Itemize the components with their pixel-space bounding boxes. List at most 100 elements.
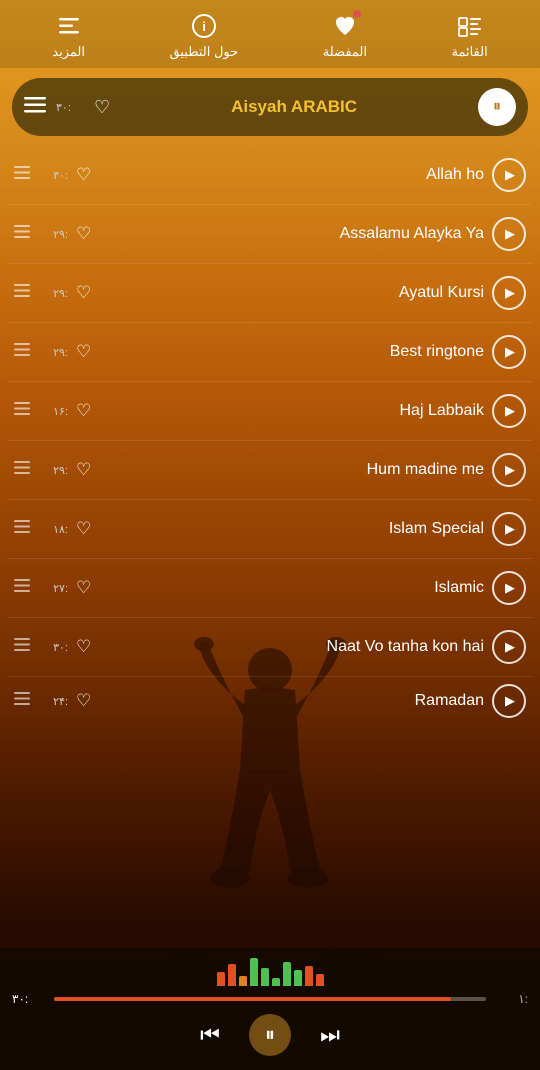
nav-label-more: المزيد (52, 44, 85, 60)
song-duration-10: ‎۲۴:‎ (40, 695, 68, 708)
play-icon-5: ▶ (505, 403, 515, 419)
nav-item-more[interactable]: المزيد (52, 12, 85, 60)
eq-bar-7 (294, 970, 302, 986)
song-title-8: Islamic (99, 579, 484, 597)
song-play-btn-6[interactable]: ▶ (492, 453, 526, 487)
song-heart-2[interactable]: ♡ (76, 224, 91, 244)
song-title-6: Hum madine me (99, 461, 484, 479)
drag-handle-icon (14, 461, 32, 479)
play-pause-icon: ⏸ (265, 1024, 275, 1047)
drag-handle-icon (14, 692, 32, 710)
song-row-8: ‎۲۷:‎ ♡ Islamic ▶ (8, 559, 532, 618)
nav-label-about: حول التطبيق (170, 44, 239, 60)
eq-bar-4 (261, 968, 269, 986)
eq-bar-6 (283, 962, 291, 986)
song-play-btn-1[interactable]: ▶ (492, 158, 526, 192)
song-title-1: Allah ho (99, 166, 484, 184)
player-controls: ⏮ ⏸ ⏭ (12, 1014, 528, 1056)
prev-button[interactable]: ⏮ (189, 1014, 231, 1056)
play-icon-7: ▶ (505, 521, 515, 537)
drag-handle-icon (14, 225, 32, 243)
song-play-btn-4[interactable]: ▶ (492, 335, 526, 369)
drag-handle-icon (14, 638, 32, 656)
now-heart-icon[interactable]: ♡ (94, 97, 110, 118)
song-duration-1: ‎۳۰:‎ (40, 169, 68, 182)
song-title-2: Assalamu Alayka Ya (99, 225, 484, 243)
play-icon-6: ▶ (505, 462, 515, 478)
song-duration-2: ‎۲۹:‎ (40, 228, 68, 241)
next-icon: ⏭ (320, 1022, 340, 1048)
song-play-btn-2[interactable]: ▶ (492, 217, 526, 251)
song-heart-7[interactable]: ♡ (76, 519, 91, 539)
now-pause-button[interactable]: ⏸ (478, 88, 516, 126)
song-play-btn-3[interactable]: ▶ (492, 276, 526, 310)
song-row-10: ‎۲۴:‎ ♡ Ramadan ▶ (8, 677, 532, 725)
nav-item-queue[interactable]: القائمة (451, 12, 487, 60)
song-heart-6[interactable]: ♡ (76, 460, 91, 480)
eq-bar-3 (250, 958, 258, 986)
eq-bar-2 (239, 976, 247, 986)
song-heart-3[interactable]: ♡ (76, 283, 91, 303)
play-icon-4: ▶ (505, 344, 515, 360)
song-heart-8[interactable]: ♡ (76, 578, 91, 598)
nav-item-favorites[interactable]: المفضلة (323, 12, 367, 60)
song-play-btn-9[interactable]: ▶ (492, 630, 526, 664)
song-title-4: Best ringtone (99, 343, 484, 361)
hamburger-icon (24, 97, 46, 117)
info-icon: i (190, 12, 218, 40)
song-play-btn-8[interactable]: ▶ (492, 571, 526, 605)
song-play-btn-10[interactable]: ▶ (492, 684, 526, 718)
song-duration-6: ‎۲۹:‎ (40, 464, 68, 477)
eq-bar-8 (305, 966, 313, 986)
drag-handle-icon (14, 402, 32, 420)
equalizer-bars (12, 954, 528, 986)
song-duration-4: ‎۲۹:‎ (40, 346, 68, 359)
top-navigation: المزيد i حول التطبيق المفضلة القائمة (0, 0, 540, 68)
play-icon-9: ▶ (505, 639, 515, 655)
song-heart-4[interactable]: ♡ (76, 342, 91, 362)
song-heart-1[interactable]: ♡ (76, 165, 91, 185)
song-duration-7: ‎۱۸:‎ (40, 523, 68, 536)
pause-icon: ⏸ (493, 98, 501, 116)
bottom-player: ‎۳۰:‎ ‎۱:‎ ⏮ ⏸ ⏭ (0, 948, 540, 1070)
now-playing-bar: ‎۳۰:‎ ♡ Aisyah ARABIC ⏸ (12, 78, 528, 136)
play-icon-2: ▶ (505, 226, 515, 242)
nav-item-about[interactable]: i حول التطبيق (170, 12, 239, 60)
next-button[interactable]: ⏭ (309, 1014, 351, 1056)
song-title-3: Ayatul Kursi (99, 284, 484, 302)
play-icon-10: ▶ (505, 693, 515, 709)
song-list: ‎۳۰:‎ ♡ Allah ho ▶ ‎۲۹:‎ ♡ Assalamu Alay… (0, 146, 540, 725)
progress-row: ‎۳۰:‎ ‎۱:‎ (12, 992, 528, 1006)
drag-handle-icon (14, 284, 32, 302)
song-heart-10[interactable]: ♡ (76, 691, 91, 711)
song-heart-9[interactable]: ♡ (76, 637, 91, 657)
nav-active-dot (353, 10, 361, 18)
drag-handle-icon (14, 343, 32, 361)
song-duration-8: ‎۲۷:‎ (40, 582, 68, 595)
eq-bar-9 (316, 974, 324, 986)
song-heart-5[interactable]: ♡ (76, 401, 91, 421)
eq-bar-0 (217, 972, 225, 986)
more-icon (55, 12, 83, 40)
progress-fill (54, 997, 451, 1001)
song-duration-9: ‎۳۰:‎ (40, 641, 68, 654)
song-row-9: ‎۳۰:‎ ♡ Naat Vo tanha kon hai ▶ (8, 618, 532, 677)
song-duration-5: ‎۱۶:‎ (40, 405, 68, 418)
song-row-7: ‎۱۸:‎ ♡ Islam Special ▶ (8, 500, 532, 559)
song-play-btn-5[interactable]: ▶ (492, 394, 526, 428)
progress-bar[interactable] (54, 997, 486, 1001)
drag-handle-icon (14, 579, 32, 597)
play-pause-button[interactable]: ⏸ (249, 1014, 291, 1056)
drag-handle-icon (14, 166, 32, 184)
song-row-4: ‎۲۹:‎ ♡ Best ringtone ▶ (8, 323, 532, 382)
song-row-6: ‎۲۹:‎ ♡ Hum madine me ▶ (8, 441, 532, 500)
now-duration: ‎۳۰:‎ (56, 101, 84, 114)
song-play-btn-7[interactable]: ▶ (492, 512, 526, 546)
song-row-2: ‎۲۹:‎ ♡ Assalamu Alayka Ya ▶ (8, 205, 532, 264)
song-title-7: Islam Special (99, 520, 484, 538)
svg-text:i: i (202, 19, 206, 34)
song-title-9: Naat Vo tanha kon hai (99, 638, 484, 656)
nav-label-favorites: المفضلة (323, 44, 367, 60)
queue-icon (456, 12, 484, 40)
nav-label-queue: القائمة (451, 44, 487, 60)
